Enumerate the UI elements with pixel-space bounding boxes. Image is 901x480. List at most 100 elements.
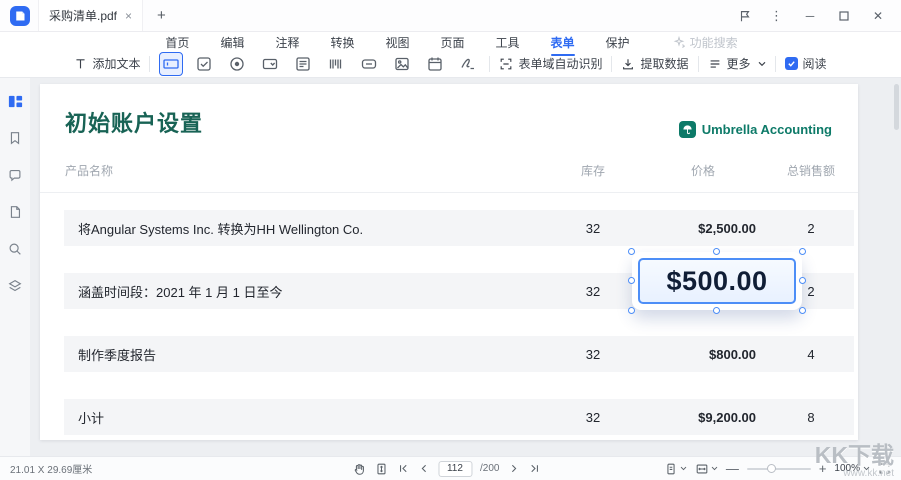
vertical-scrollbar[interactable] [894,84,899,130]
first-page-button[interactable] [396,462,409,475]
table-row: 小计 32 $9,200.00 8 [64,399,854,435]
window-maximize-button[interactable] [831,5,857,27]
menu-item-home[interactable]: 首页 [163,33,191,52]
sidebar-item-comments[interactable] [4,164,26,186]
cell-total: 4 [768,347,854,362]
new-tab-button[interactable]: + [151,7,172,24]
column-header-stock: 库存 [548,162,638,179]
sidebar-item-attachments[interactable] [4,201,26,223]
menu-item-tools[interactable]: 工具 [494,33,522,52]
sidebar-item-layers[interactable] [4,275,26,297]
selection-handle[interactable] [713,248,720,255]
app-logo[interactable] [10,6,30,26]
auto-recognize-button[interactable]: 表单域自动识别 [499,55,602,72]
next-page-button[interactable] [507,462,520,475]
window-minimize-button[interactable]: ─ [797,5,823,27]
table-row: 将Angular Systems Inc. 转换为HH Wellington C… [64,210,854,246]
selection-handle[interactable] [799,277,806,284]
window-close-button[interactable]: ✕ [865,5,891,27]
barcode-field-button[interactable] [324,52,348,76]
umbrella-icon [679,121,696,138]
zoom-in-button[interactable]: + [819,462,827,475]
zoom-slider[interactable] [747,468,811,470]
scroll-mode-icon[interactable] [374,462,388,476]
read-mode-toggle[interactable]: 阅读 [785,55,827,72]
button-field-button[interactable] [357,52,381,76]
selection-handle[interactable] [799,307,806,314]
sidebar-item-search[interactable] [4,238,26,260]
form-field-value[interactable]: $500.00 [638,258,796,304]
zoom-slider-thumb[interactable] [767,464,776,473]
selection-handle[interactable] [628,248,635,255]
menu-item-comment[interactable]: 注释 [273,33,301,52]
more-tools-button[interactable]: 更多 [708,55,766,72]
checkbox-field-icon [195,55,213,73]
search-icon [7,241,23,257]
zoom-percent-dropdown[interactable]: 100% [834,463,870,474]
single-page-view-icon[interactable] [664,462,687,476]
selection-handle[interactable] [713,307,720,314]
toolbar-divider [489,56,490,72]
radio-field-button[interactable] [225,52,249,76]
checkbox-field-button[interactable] [192,52,216,76]
selected-form-field[interactable]: $500.00 [632,252,802,310]
sidebar-item-thumbnails[interactable] [4,90,26,112]
listbox-field-button[interactable] [291,52,315,76]
menu-item-protect[interactable]: 保护 [604,33,632,52]
date-field-button[interactable] [423,52,447,76]
zoom-controls: — + 100% [664,462,891,476]
cell-price: $9,200.00 [638,410,768,425]
brand-logo: Umbrella Accounting [679,121,832,138]
cell-stock: 32 [548,284,638,299]
radio-field-icon [228,55,246,73]
previous-page-button[interactable] [417,462,430,475]
read-mode-checkbox[interactable] [785,57,798,70]
document-tab[interactable]: 采购清单.pdf × [38,0,143,31]
comment-icon [7,167,23,183]
tab-close-icon[interactable]: × [125,10,132,22]
page-total: /200 [480,463,499,474]
table-header-row: 产品名称 库存 价格 总销售额 [64,162,854,179]
toolbar-divider [775,56,776,72]
menu-item-edit[interactable]: 编辑 [218,33,246,52]
cell-stock: 32 [548,221,638,236]
more-menu-icon[interactable]: ⋮ [765,5,789,27]
page-number-input[interactable] [438,461,472,477]
menu-item-convert[interactable]: 转换 [328,33,356,52]
signature-field-icon [459,55,477,73]
scan-icon [499,57,513,71]
menu-item-page[interactable]: 页面 [439,33,467,52]
zoom-out-button[interactable]: — [726,462,739,475]
feature-search[interactable]: 功能搜索 [673,34,738,51]
last-page-button[interactable] [528,462,541,475]
check-icon [787,59,796,68]
image-field-button[interactable] [390,52,414,76]
feature-search-label: 功能搜索 [690,34,738,51]
signature-field-button[interactable] [456,52,480,76]
text-field-button[interactable] [159,52,183,76]
page-dimensions: 21.01 X 29.69厘米 [10,461,92,476]
document-canvas[interactable]: 初始账户设置 Umbrella Accounting 产品名称 库存 价格 总销… [30,78,901,456]
cell-stock: 32 [548,347,638,362]
share-icon[interactable] [733,5,757,27]
menu-item-view[interactable]: 视图 [383,33,411,52]
add-text-button[interactable]: 添加文本 [74,55,140,72]
selection-handle[interactable] [799,248,806,255]
table-row: 制作季度报告 32 $800.00 4 [64,336,854,372]
dropdown-field-button[interactable] [258,52,282,76]
fullscreen-icon[interactable] [878,462,891,475]
selection-handle[interactable] [628,277,635,284]
extract-data-button[interactable]: 提取数据 [621,55,688,72]
selection-handle[interactable] [628,307,635,314]
page-title: 初始账户设置 [65,106,203,138]
form-toolbar: 添加文本 表单域自动识别 提取数据 更多 [0,52,901,78]
brand-name: Umbrella Accounting [702,122,832,137]
hand-tool-icon[interactable] [352,462,366,476]
sidebar-item-bookmarks[interactable] [4,127,26,149]
fit-width-icon[interactable] [695,462,718,476]
layers-icon [7,278,23,294]
zoom-percent-value: 100% [834,463,860,474]
button-field-icon [360,55,378,73]
cell-product: 涵盖时间段：2021 年 1 月 1 日至今 [64,282,548,301]
menu-item-form[interactable]: 表单 [549,33,577,52]
